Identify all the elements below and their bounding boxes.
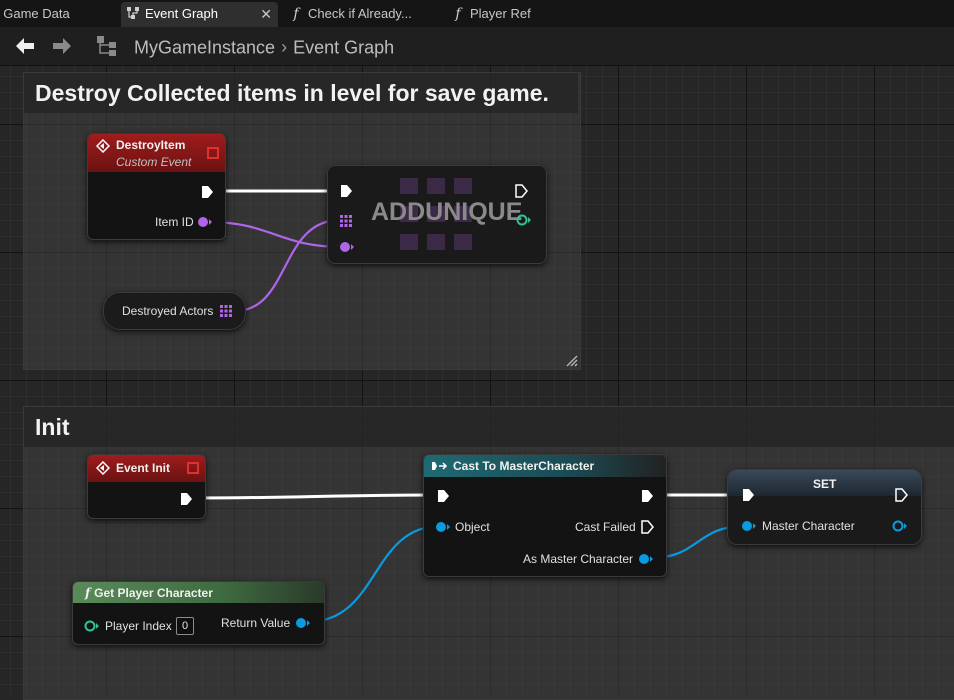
tab-check-if-already[interactable]: f Check if Already... [288, 2, 428, 27]
node-title: f Get Player Character [85, 586, 213, 600]
exec-out-pin[interactable] [179, 492, 193, 506]
forward-arrow-icon[interactable] [50, 35, 74, 57]
event-init-node[interactable]: Event Init [87, 454, 206, 519]
object-pin[interactable] [436, 521, 450, 533]
node-title: SET [813, 477, 837, 491]
destroyed-actors-node[interactable]: Destroyed Actors [103, 292, 246, 330]
item-id-pin[interactable] [198, 216, 212, 228]
add-unique-node[interactable]: ADDUNIQUE [327, 165, 547, 264]
tab-label: Check if Already... [308, 6, 412, 21]
graph-canvas[interactable]: Destroy Collected items in level for sav… [0, 66, 954, 700]
tab-game-data[interactable]: t Game Data [0, 2, 106, 27]
delegate-pin-icon[interactable] [207, 147, 219, 159]
breadcrumb-bar: MyGameInstance › Event Graph [0, 27, 954, 66]
as-master-character-pin[interactable] [639, 553, 653, 565]
function-icon: f [293, 6, 299, 22]
object-wire [306, 524, 442, 624]
function-icon: f [85, 586, 91, 600]
return-int-pin[interactable] [516, 214, 532, 226]
cast-failed-pin[interactable] [640, 520, 654, 534]
tab-label: t Game Data [0, 6, 70, 21]
destroy-item-node[interactable]: DestroyItem Custom Event Item ID [87, 133, 226, 240]
back-arrow-icon[interactable] [13, 35, 37, 57]
chevron-right-icon: › [281, 37, 288, 58]
tab-label: Event Graph [145, 6, 218, 21]
node-title: Cast To MasterCharacter [453, 459, 595, 473]
tab-label: Player Ref [470, 6, 531, 21]
master-character-pin[interactable] [742, 520, 756, 532]
cast-to-master-character-node[interactable]: Cast To MasterCharacter Object Cast Fail… [423, 454, 667, 577]
close-icon[interactable]: ✕ [260, 2, 272, 26]
return-value-pin[interactable] [296, 617, 310, 629]
event-graph-icon [125, 2, 141, 26]
exec-in-pin[interactable] [339, 184, 353, 198]
exec-out-pin[interactable] [514, 184, 528, 198]
exec-out-pin[interactable] [200, 185, 214, 199]
return-value-label: Return Value [221, 616, 291, 630]
get-player-character-node[interactable]: f Get Player Character Player Index 0 Ret… [72, 581, 325, 645]
array-wire [234, 218, 341, 313]
node-subtitle: Custom Event [116, 155, 192, 169]
node-title: ADDUNIQUE [371, 198, 523, 226]
array-pin[interactable] [340, 215, 352, 227]
set-node[interactable]: SET Master Character [727, 469, 922, 545]
exec-in-pin[interactable] [741, 488, 755, 502]
player-index-input[interactable]: 0 [176, 617, 194, 635]
master-character-label: Master Character [762, 519, 855, 533]
cast-failed-label: Cast Failed [575, 520, 636, 534]
tab-event-graph[interactable]: Event Graph ✕ [121, 2, 278, 27]
exec-wire [191, 493, 438, 500]
event-icon [96, 139, 110, 153]
player-index-pin[interactable] [84, 620, 100, 632]
item-pin[interactable] [340, 241, 354, 253]
node-title: DestroyItem [116, 138, 186, 152]
graph-hierarchy-icon [96, 35, 120, 57]
object-label: Object [455, 520, 490, 534]
node-title-text: Get Player Character [94, 586, 213, 600]
exec-out-pin[interactable] [894, 488, 908, 502]
item-id-label: Item ID [155, 215, 194, 229]
item-id-wire [208, 220, 343, 249]
tab-player-ref[interactable]: f Player Ref [450, 2, 570, 27]
master-character-out-pin[interactable] [892, 520, 908, 532]
exec-out-pin[interactable] [640, 489, 654, 503]
breadcrumb: MyGameInstance › Event Graph [134, 34, 394, 59]
tab-bar: t Game Data Event Graph ✕ f Check if Alre… [0, 0, 954, 27]
function-icon: f [455, 6, 461, 22]
breadcrumb-current[interactable]: Event Graph [293, 37, 394, 57]
as-master-character-label: As Master Character [523, 552, 634, 566]
delegate-pin-icon[interactable] [187, 462, 199, 474]
variable-label: Destroyed Actors [122, 304, 214, 318]
array-grid-icon[interactable] [220, 305, 232, 317]
player-index-label: Player Index [105, 619, 172, 633]
cast-icon [432, 462, 448, 470]
breadcrumb-root[interactable]: MyGameInstance [134, 37, 275, 57]
node-title: Event Init [116, 461, 171, 475]
exec-in-pin[interactable] [436, 489, 450, 503]
event-icon [96, 461, 110, 475]
